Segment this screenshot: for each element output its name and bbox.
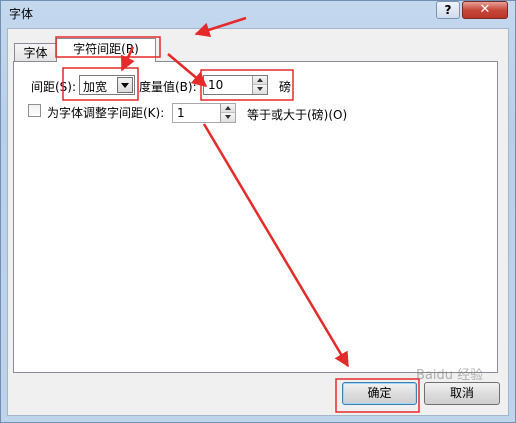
kerning-input-value: 1 — [177, 106, 185, 120]
kerning-suffix-label: 等于或大于(磅)(O) — [247, 108, 348, 122]
ok-button[interactable]: 确定 — [342, 382, 417, 405]
close-button[interactable]: ✕ — [462, 1, 508, 19]
title-bar[interactable]: 字体 ? ✕ — [0, 0, 516, 28]
spacing-label: 间距(S): — [31, 80, 77, 94]
unit-label: 磅 — [279, 80, 292, 94]
kerning-input[interactable]: 1 — [172, 103, 236, 123]
kerning-checkbox[interactable] — [28, 104, 41, 117]
spin-down-icon[interactable] — [253, 85, 267, 94]
cancel-button[interactable]: 取消 — [424, 382, 500, 405]
tab-character-spacing[interactable]: 字符间距(R) — [56, 38, 156, 62]
measure-spinner[interactable] — [252, 76, 267, 94]
spin-down-icon[interactable] — [221, 113, 235, 122]
spacing-select-value: 加宽 — [83, 80, 108, 94]
kerning-label: 为字体调整字间距(K): — [47, 106, 165, 120]
spacing-select[interactable]: 加宽 — [79, 75, 135, 95]
window-title: 字体 — [9, 7, 34, 21]
help-button[interactable]: ? — [436, 1, 460, 19]
spin-up-icon[interactable] — [253, 76, 267, 85]
measure-input-value: 10 — [208, 78, 224, 92]
spin-up-icon[interactable] — [221, 104, 235, 113]
watermark-text: Baidu 经验 — [416, 368, 484, 383]
tab-font[interactable]: 字体(N) — [14, 43, 57, 78]
kerning-spinner[interactable] — [220, 104, 235, 122]
chevron-down-icon[interactable] — [117, 77, 133, 93]
measure-input[interactable]: 10 — [203, 75, 268, 95]
measure-label: 度量值(B): — [139, 80, 197, 94]
